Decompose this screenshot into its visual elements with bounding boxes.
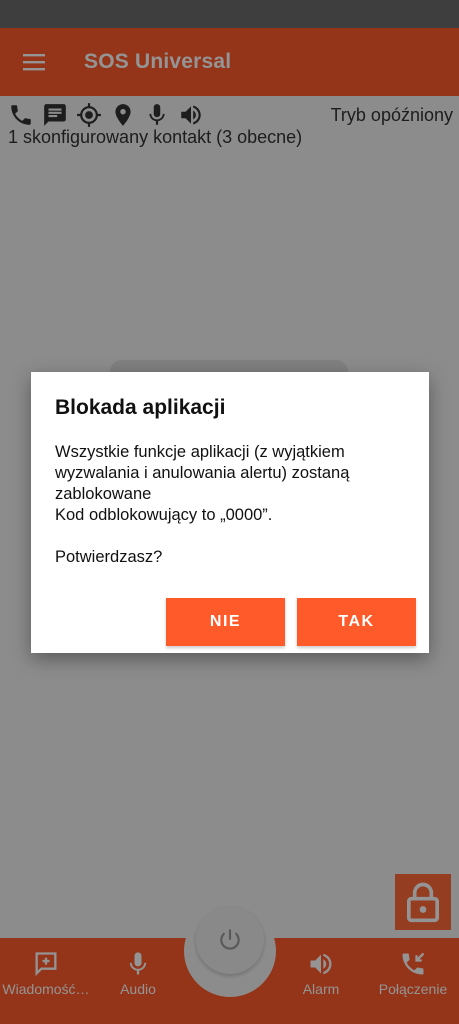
dialog-message-line2: Kod odblokowujący to „0000”. bbox=[55, 506, 273, 524]
dialog-question: Potwierdzasz? bbox=[55, 548, 163, 566]
app-lock-dialog: Blokada aplikacji Wszystkie funkcje apli… bbox=[31, 372, 429, 653]
yes-button[interactable]: TAK bbox=[297, 598, 416, 646]
dialog-message-line1: Wszystkie funkcje aplikacji (z wyjątkiem… bbox=[55, 443, 350, 503]
dialog-title: Blokada aplikacji bbox=[55, 396, 226, 419]
dialog-message: Wszystkie funkcje aplikacji (z wyjątkiem… bbox=[55, 442, 410, 568]
no-button[interactable]: NIE bbox=[166, 598, 285, 646]
